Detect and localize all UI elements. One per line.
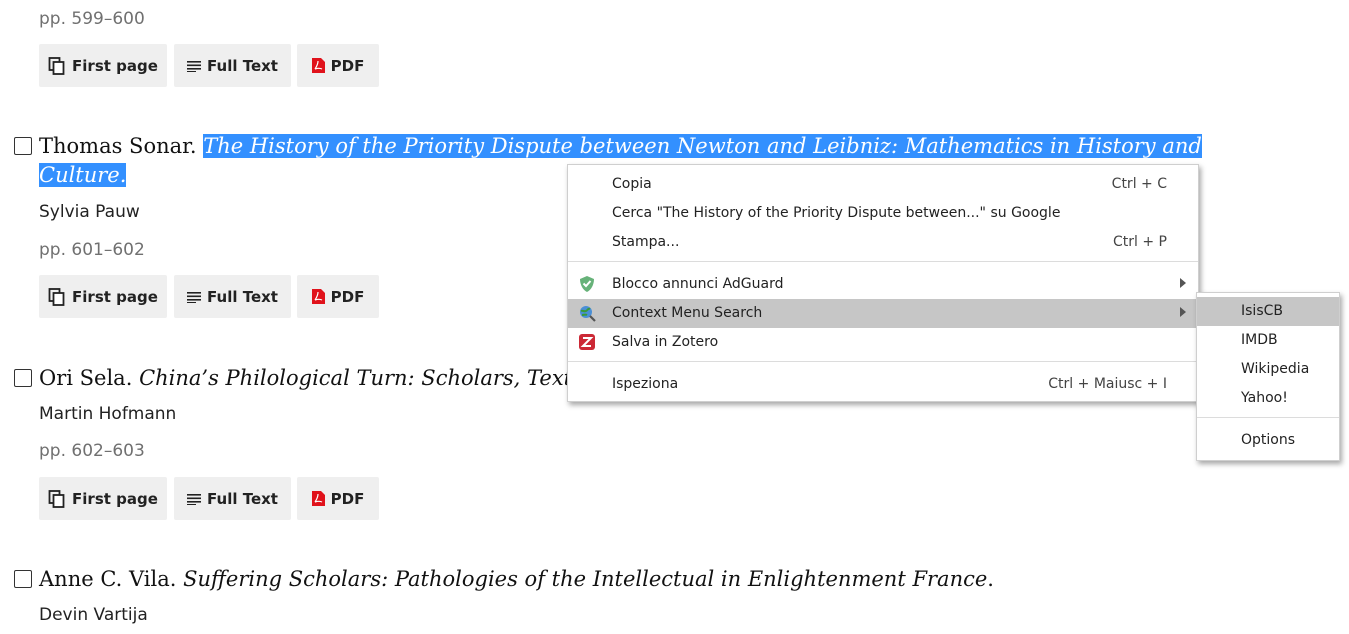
submenu-item-label: Wikipedia [1241, 361, 1310, 377]
entry-author: Ori Sela. [39, 366, 133, 390]
text-lines-icon [187, 291, 202, 303]
full-text-button[interactable]: Full Text [174, 477, 291, 520]
text-lines-icon [187, 60, 202, 72]
menu-separator [1197, 417, 1339, 418]
menu-item-adguard[interactable]: Blocco annunci AdGuard [568, 270, 1198, 299]
entry-title-line: Anne C. Vila. Suffering Scholars: Pathol… [39, 564, 994, 594]
full-text-label: Full Text [207, 489, 278, 508]
select-checkbox[interactable] [14, 137, 32, 155]
text-lines-icon [187, 493, 202, 505]
entry-pages: pp. 602–603 [39, 441, 145, 461]
entry-title-line: Thomas Sonar. The History of the Priorit… [39, 131, 1202, 161]
entry-title-end: . [987, 567, 994, 591]
menu-item-search-google[interactable]: Cerca "The History of the Priority Dispu… [568, 199, 1198, 228]
entry-reviewer: Sylvia Pauw [39, 202, 140, 222]
entry-author: Anne C. Vila. [39, 567, 177, 591]
menu-item-context-menu-search[interactable]: Context Menu Search [568, 299, 1198, 328]
full-text-button[interactable]: Full Text [174, 275, 291, 318]
entry-reviewer: Devin Vartija [39, 605, 148, 625]
menu-item-shortcut: Ctrl + P [1113, 234, 1167, 250]
entry-title-line: Ori Sela. China’s Philological Turn: Sch… [39, 363, 598, 393]
copy-pages-icon [48, 489, 65, 508]
menu-separator [568, 261, 1198, 262]
full-text-label: Full Text [207, 287, 278, 306]
context-menu: Copia Ctrl + C Cerca "The History of the… [567, 164, 1199, 402]
submenu-arrow-icon [1180, 307, 1186, 317]
entry-pages: pp. 601–602 [39, 240, 145, 260]
entry-pages: pp. 599–600 [39, 9, 145, 29]
first-page-label: First page [72, 489, 158, 508]
context-search-submenu: IsisCB IMDB Wikipedia Yahoo! Options [1196, 292, 1340, 461]
entry-title-selected[interactable]: The History of the Priority Dispute betw… [203, 134, 1202, 158]
zotero-icon [579, 334, 595, 350]
full-text-button[interactable]: Full Text [174, 44, 291, 87]
menu-item-label: Stampa... [612, 234, 680, 250]
first-page-button[interactable]: First page [39, 275, 167, 318]
entry-author: Thomas Sonar. [39, 134, 197, 158]
pdf-label: PDF [330, 287, 365, 306]
full-text-label: Full Text [207, 56, 278, 75]
copy-pages-icon [48, 56, 65, 75]
pdf-icon [311, 289, 325, 304]
menu-item-zotero[interactable]: Salva in Zotero [568, 328, 1198, 357]
submenu-item-label: IMDB [1241, 332, 1278, 348]
pdf-button[interactable]: PDF [297, 44, 379, 87]
menu-item-stampa[interactable]: Stampa... Ctrl + P [568, 228, 1198, 257]
submenu-arrow-icon [1180, 278, 1186, 288]
submenu-item-yahoo[interactable]: Yahoo! [1197, 384, 1339, 413]
submenu-item-label: IsisCB [1241, 303, 1283, 319]
menu-item-label: Cerca "The History of the Priority Dispu… [612, 205, 1061, 221]
menu-item-shortcut: Ctrl + Maiusc + I [1048, 376, 1167, 392]
submenu-item-isiscb[interactable]: IsisCB [1197, 297, 1339, 326]
submenu-item-label: Yahoo! [1241, 390, 1288, 406]
first-page-label: First page [72, 56, 158, 75]
menu-item-label: Blocco annunci AdGuard [612, 276, 784, 292]
menu-item-label: Salva in Zotero [612, 334, 719, 350]
pdf-label: PDF [330, 489, 365, 508]
entry-title-line-2: Culture. [39, 160, 127, 190]
submenu-item-imdb[interactable]: IMDB [1197, 326, 1339, 355]
menu-item-copia[interactable]: Copia Ctrl + C [568, 170, 1198, 199]
copy-pages-icon [48, 287, 65, 306]
menu-item-label: Context Menu Search [612, 305, 763, 321]
submenu-item-wikipedia[interactable]: Wikipedia [1197, 355, 1339, 384]
menu-item-label: Copia [612, 176, 652, 192]
entry-title[interactable]: China’s Philological Turn: Scholars, Tex… [139, 366, 598, 390]
globe-search-icon [580, 306, 596, 322]
select-checkbox[interactable] [14, 369, 32, 387]
entry-title[interactable]: Suffering Scholars: Pathologies of the I… [183, 567, 987, 591]
menu-item-ispeziona[interactable]: Ispeziona Ctrl + Maiusc + I [568, 370, 1198, 399]
pdf-icon [311, 491, 325, 506]
pdf-button[interactable]: PDF [297, 477, 379, 520]
pdf-icon [311, 58, 325, 73]
menu-separator [568, 361, 1198, 362]
menu-item-label: Ispeziona [612, 376, 679, 392]
entry-title-selected-end[interactable]: Culture. [39, 163, 127, 187]
menu-item-shortcut: Ctrl + C [1111, 176, 1167, 192]
pdf-label: PDF [330, 56, 365, 75]
first-page-button[interactable]: First page [39, 477, 167, 520]
select-checkbox[interactable] [14, 570, 32, 588]
adguard-shield-icon [580, 276, 594, 292]
first-page-button[interactable]: First page [39, 44, 167, 87]
entry-reviewer: Martin Hofmann [39, 404, 177, 424]
submenu-item-label: Options [1241, 432, 1296, 448]
first-page-label: First page [72, 287, 158, 306]
submenu-item-options[interactable]: Options [1197, 426, 1339, 455]
pdf-button[interactable]: PDF [297, 275, 379, 318]
